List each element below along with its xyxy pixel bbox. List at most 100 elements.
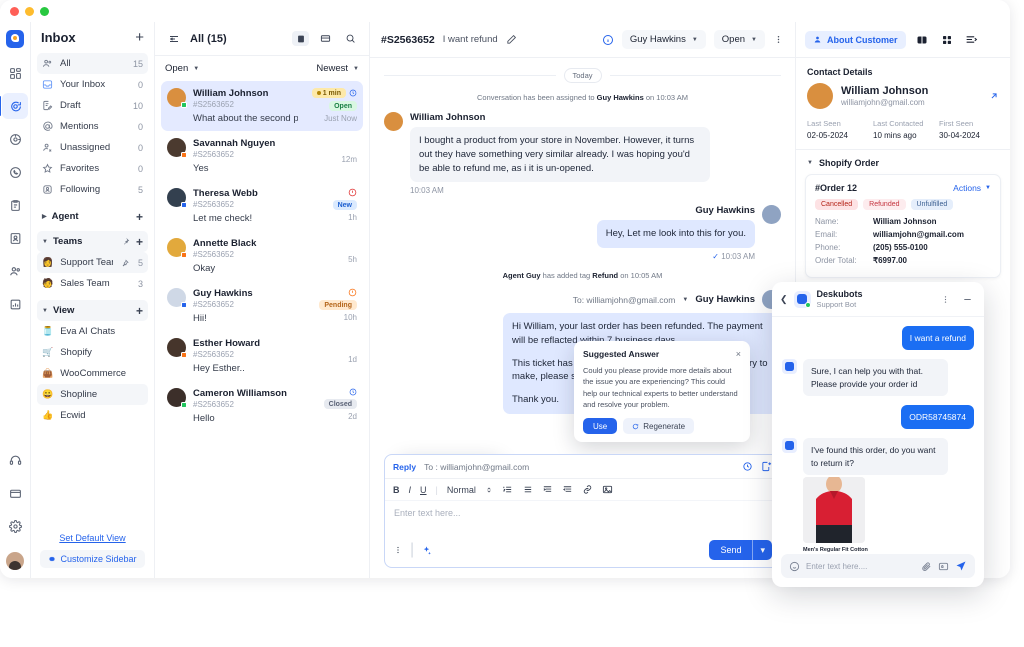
- italic-button[interactable]: I: [409, 485, 412, 495]
- conversation-row-annette-black[interactable]: Annette Black #S2563652 Okay 5h: [161, 231, 363, 281]
- sidebar-view-ecwid[interactable]: 👍 Ecwid: [37, 405, 148, 426]
- use-suggestion-button[interactable]: Use: [583, 418, 618, 434]
- window-maximize-button[interactable]: [40, 6, 49, 16]
- sidebar-view-woocommerce[interactable]: 👜 WooCommerce: [37, 363, 148, 384]
- sidebar-item-your-inbox[interactable]: Your Inbox 0: [37, 74, 148, 95]
- chevron-down-icon[interactable]: ▼: [682, 297, 688, 303]
- regenerate-button[interactable]: Regenerate: [623, 418, 695, 434]
- agent-add-button[interactable]: +: [136, 211, 143, 223]
- view-list-icon[interactable]: [317, 31, 334, 46]
- grid-icon[interactable]: [938, 32, 956, 48]
- tab-about-customer[interactable]: About Customer: [805, 30, 906, 49]
- billing-icon[interactable]: [2, 480, 28, 506]
- sidebar-item-unassigned[interactable]: Unassigned 0: [37, 137, 148, 158]
- edit-pencil-icon[interactable]: [506, 34, 517, 45]
- sidebar-team-support[interactable]: 👩 Support Team 5: [37, 252, 148, 273]
- apps-icon[interactable]: [913, 32, 931, 48]
- teams-icon[interactable]: [2, 258, 28, 284]
- sidebar-add-button[interactable]: +: [135, 30, 144, 45]
- gif-icon[interactable]: [938, 561, 949, 572]
- minimize-icon[interactable]: [959, 294, 976, 305]
- composer-tab-reply[interactable]: Reply: [393, 462, 416, 472]
- customize-sidebar-button[interactable]: Customize Sidebar: [40, 550, 145, 568]
- sidebar-item-all[interactable]: All 15: [37, 53, 148, 74]
- underline-button[interactable]: U: [420, 485, 427, 495]
- collapse-panel-icon[interactable]: [165, 31, 182, 46]
- teams-add-button[interactable]: +: [136, 236, 143, 248]
- sidebar-group-teams[interactable]: ▼ Teams +: [37, 231, 148, 252]
- sidebar-group-view[interactable]: ▼ View +: [37, 300, 148, 321]
- ordered-list-icon[interactable]: [502, 484, 513, 495]
- sidebar-group-agent[interactable]: ▶ Agent +: [37, 206, 148, 227]
- bot-product-card[interactable]: Men's Regular Fit Cotton: [803, 476, 974, 553]
- link-icon[interactable]: [582, 484, 593, 495]
- set-default-view-link[interactable]: Set Default View: [39, 533, 146, 543]
- view-compact-icon[interactable]: [292, 31, 309, 46]
- more-vertical-icon[interactable]: [393, 545, 403, 555]
- sort-filter-dropdown[interactable]: Newest ▼: [316, 63, 359, 74]
- user-avatar[interactable]: [6, 552, 24, 570]
- back-chevron-icon[interactable]: ❮: [780, 294, 788, 305]
- tasks-icon[interactable]: [2, 192, 28, 218]
- status-dropdown[interactable]: Open ▼: [713, 30, 765, 49]
- sidebar-view-shopify[interactable]: 🛒 Shopify: [37, 342, 148, 363]
- conversation-row-william-johnson[interactable]: William Johnson #S2563652 What about the…: [161, 81, 363, 131]
- sidebar-item-draft[interactable]: Draft 10: [37, 95, 148, 116]
- send-options-caret-icon[interactable]: ▾: [752, 540, 772, 560]
- composer-to-field[interactable]: To : williamjohn@gmail.com: [424, 462, 734, 472]
- ai-sparkle-icon[interactable]: [421, 545, 432, 556]
- view-add-button[interactable]: +: [136, 305, 143, 317]
- close-icon[interactable]: ×: [736, 349, 741, 359]
- composer-input[interactable]: Enter text here...: [385, 501, 780, 535]
- send-button[interactable]: Send ▾: [709, 540, 772, 560]
- emoji-icon[interactable]: [789, 561, 800, 572]
- outdent-icon[interactable]: [562, 484, 573, 495]
- inbox-chat-icon[interactable]: [0, 93, 28, 119]
- info-circle-icon[interactable]: [602, 34, 614, 46]
- open-external-icon[interactable]: [989, 91, 999, 101]
- attachment-icon[interactable]: [921, 561, 932, 572]
- sidebar-item-following[interactable]: Following 5: [37, 179, 148, 200]
- format-select-caret-icon[interactable]: [485, 485, 493, 495]
- image-icon[interactable]: [602, 484, 613, 495]
- pin-icon[interactable]: [120, 236, 131, 247]
- collapse-right-icon[interactable]: [963, 32, 981, 48]
- support-icon[interactable]: [2, 447, 28, 473]
- contacts-icon[interactable]: [2, 225, 28, 251]
- conversation-row-guy-hawkins[interactable]: Guy Hawkins #S2563652 Hii! Pending 10h: [161, 281, 363, 331]
- settings-icon[interactable]: [2, 513, 28, 539]
- conversation-row-cameron-williamson[interactable]: Cameron Williamson #S2563652 Hello Close…: [161, 381, 363, 431]
- sidebar-view-shopline[interactable]: 😀 Shopline: [37, 384, 148, 405]
- app-logo-icon[interactable]: [6, 30, 24, 48]
- conversation-row-esther-howard[interactable]: Esther Howard #S2563652 Hey Esther.. 1d: [161, 331, 363, 381]
- send-plane-icon[interactable]: [955, 560, 967, 572]
- search-icon[interactable]: [342, 31, 359, 46]
- shopify-order-accordion[interactable]: ▼ Shopify Order: [796, 150, 1010, 174]
- assignee-dropdown[interactable]: Guy Hawkins ▼: [621, 30, 706, 49]
- sidebar-item-mentions[interactable]: Mentions 0: [37, 116, 148, 137]
- sidebar-item-favorites[interactable]: Favorites 0: [37, 158, 148, 179]
- bot-input-bar[interactable]: Enter text here....: [781, 554, 975, 578]
- sidebar-view-eva-ai-chats[interactable]: 🫙 Eva AI Chats: [37, 321, 148, 342]
- format-select[interactable]: Normal: [447, 485, 476, 495]
- order-actions-dropdown[interactable]: Actions ▼: [953, 183, 991, 193]
- whatsapp-icon[interactable]: [2, 159, 28, 185]
- status-filter-dropdown[interactable]: Open ▼: [165, 63, 199, 74]
- saved-reply-icon[interactable]: [761, 461, 772, 472]
- window-minimize-button[interactable]: [25, 6, 34, 16]
- sidebar-team-sales[interactable]: 🧑 Sales Team 3: [37, 273, 148, 294]
- conversation-row-theresa-webb[interactable]: Theresa Webb #S2563652 Let me check! New…: [161, 181, 363, 231]
- reports-icon[interactable]: [2, 291, 28, 317]
- automation-icon[interactable]: [2, 126, 28, 152]
- bot-text-input[interactable]: Enter text here....: [806, 562, 915, 571]
- more-vertical-icon[interactable]: [773, 34, 784, 45]
- indent-icon[interactable]: [542, 484, 553, 495]
- bullet-list-icon[interactable]: [522, 484, 533, 495]
- more-vertical-icon[interactable]: [938, 295, 953, 304]
- pin-icon[interactable]: [120, 257, 131, 268]
- conversation-row-savannah-nguyen[interactable]: Savannah Nguyen #S2563652 Yes 12m: [161, 131, 363, 181]
- bold-button[interactable]: B: [393, 485, 400, 495]
- window-close-button[interactable]: [10, 6, 19, 16]
- dashboard-icon[interactable]: [2, 60, 28, 86]
- ai-refresh-icon[interactable]: [742, 461, 753, 472]
